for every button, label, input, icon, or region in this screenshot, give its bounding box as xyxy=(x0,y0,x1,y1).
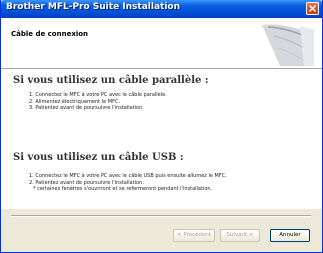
list-item: 1. Connectez le MFC à votre PC avec le c… xyxy=(29,173,227,179)
title-bar[interactable]: Brother MFL-Pro Suite Installation xyxy=(1,0,322,18)
installer-window: Brother MFL-Pro Suite Installation Câble… xyxy=(0,0,323,253)
window-title: Brother MFL-Pro Suite Installation xyxy=(6,2,181,12)
cancel-button[interactable]: Annuler xyxy=(270,229,310,242)
parallel-section-heading: Si vous utilisez un câble parallèle : xyxy=(13,75,209,86)
parallel-instructions: 1. Connectez le MFC à votre PC avec le c… xyxy=(29,92,167,112)
list-item: 1. Connectez le MFC à votre PC avec le c… xyxy=(29,92,167,98)
footer-divider xyxy=(11,215,311,217)
usb-instructions: 1. Connectez le MFC à votre PC avec le c… xyxy=(29,173,227,193)
next-button[interactable]: Suivant > xyxy=(220,229,260,242)
wizard-content: Si vous utilisez un câble parallèle : 1.… xyxy=(1,69,322,209)
installer-logo-graphic-icon xyxy=(262,24,314,66)
list-item: * certaines fenêtres s'ouvriront et se r… xyxy=(33,186,213,192)
page-title: Câble de connexion xyxy=(11,30,89,38)
wizard-header: Câble de connexion xyxy=(1,18,322,69)
close-icon xyxy=(309,5,316,12)
usb-section-heading: Si vous utilisez un câble USB : xyxy=(13,152,184,163)
list-item: 3. Patientez avant de poursuivre l'insta… xyxy=(29,105,144,111)
close-button[interactable] xyxy=(306,2,319,15)
back-button[interactable]: < Précédent xyxy=(173,229,215,242)
